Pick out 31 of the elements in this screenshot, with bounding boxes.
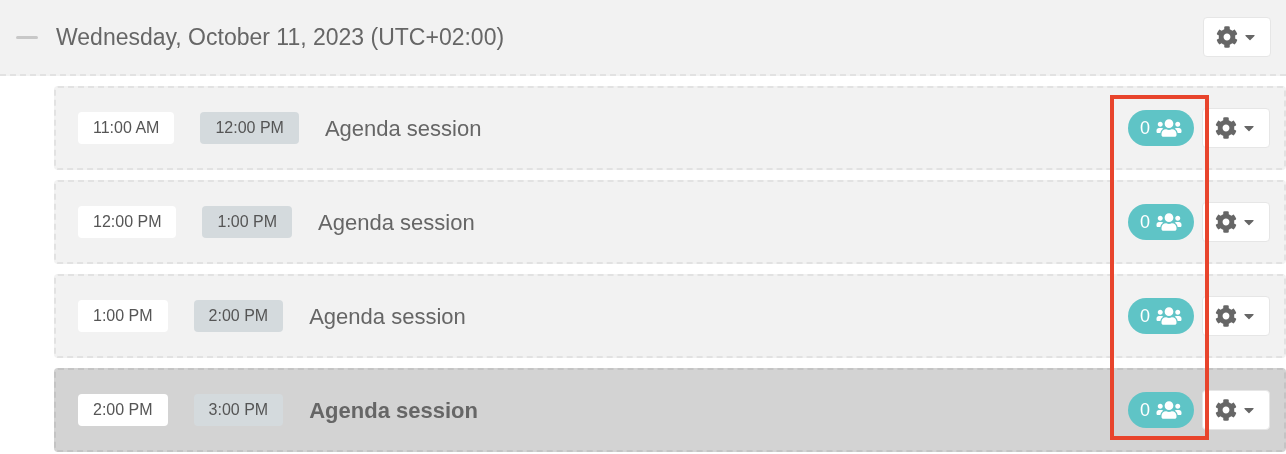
session-title: Agenda session	[309, 302, 466, 331]
settings-dropdown-button[interactable]	[1202, 202, 1270, 242]
settings-icon	[1215, 211, 1237, 233]
settings-icon	[1216, 26, 1238, 48]
session-row[interactable]: 1:00 PM 2:00 PM Agenda session 0	[54, 274, 1286, 358]
end-time: 12:00 PM	[200, 112, 299, 144]
people-icon	[1156, 212, 1182, 232]
people-icon	[1156, 400, 1182, 420]
session-row[interactable]: 2:00 PM 3:00 PM Agenda session 0	[54, 368, 1286, 452]
people-icon	[1156, 306, 1182, 326]
end-time: 1:00 PM	[202, 206, 293, 238]
settings-dropdown-button[interactable]	[1203, 17, 1271, 57]
start-time: 2:00 PM	[78, 394, 168, 426]
people-icon	[1156, 118, 1182, 138]
day-title: Wednesday, October 11, 2023 (UTC+02:00)	[56, 22, 505, 52]
settings-icon	[1215, 117, 1237, 139]
settings-dropdown-button[interactable]	[1202, 390, 1270, 430]
settings-dropdown-button[interactable]	[1202, 108, 1270, 148]
session-title: Agenda session	[309, 396, 478, 425]
settings-icon	[1215, 399, 1237, 421]
start-time: 1:00 PM	[78, 300, 168, 332]
start-time: 11:00 AM	[78, 112, 175, 144]
session-row[interactable]: 11:00 AM 12:00 PM Agenda session 0	[54, 86, 1286, 170]
settings-dropdown-button[interactable]	[1202, 296, 1270, 336]
start-time: 12:00 PM	[78, 206, 177, 238]
settings-icon	[1215, 305, 1237, 327]
end-time: 2:00 PM	[193, 300, 284, 332]
session-title: Agenda session	[318, 208, 475, 237]
session-title: Agenda session	[324, 114, 482, 143]
end-time: 3:00 PM	[193, 394, 284, 426]
session-row[interactable]: 12:00 PM 1:00 PM Agenda session 0	[54, 180, 1286, 264]
